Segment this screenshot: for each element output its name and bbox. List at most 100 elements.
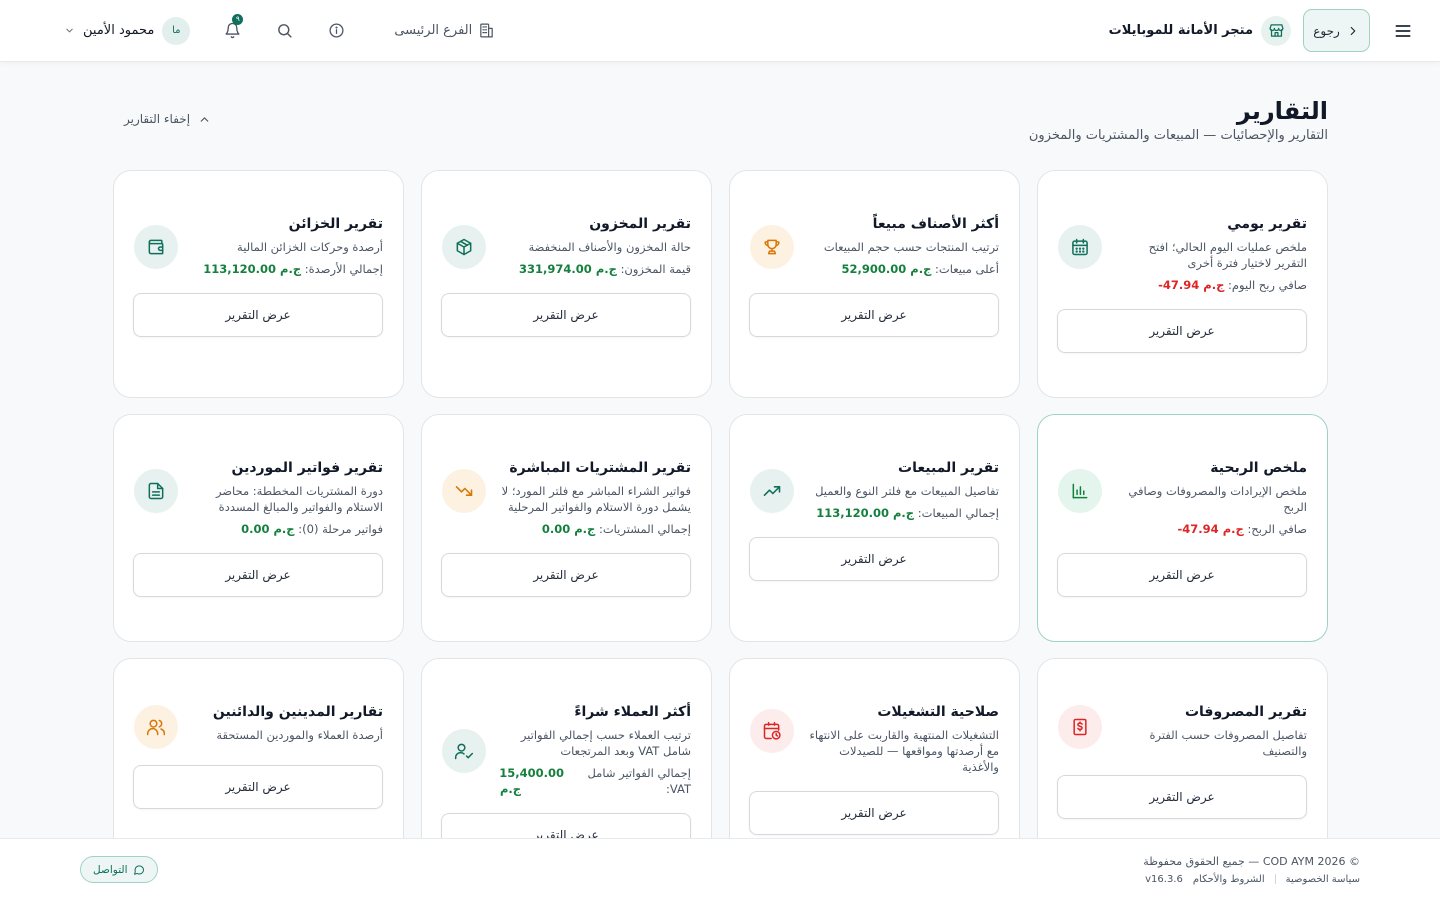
bar-chart-icon	[1058, 469, 1102, 513]
metric-value: ج.م 113,120.00	[203, 262, 302, 276]
card-title: أكثر العملاء شراءً	[574, 704, 691, 720]
card-title: تقارير المدينين والدائنين	[212, 704, 383, 720]
message-circle-icon	[133, 864, 144, 875]
card-metric: فواتير مرحلة (0): ج.م 0.00	[192, 521, 383, 537]
branch-selector[interactable]: الفرع الرئيسى	[394, 22, 495, 39]
notification-badge: ٩	[232, 13, 244, 25]
hide-reports-button[interactable]: إخفاء التقارير	[124, 112, 211, 126]
metric-label: فواتير مرحلة (0):	[298, 522, 383, 536]
chevron-right-icon	[1350, 26, 1356, 35]
top-bar: رجوع متجر الأمانة للموبايلات الفرع الرئي…	[0, 0, 1440, 62]
view-report-button[interactable]: عرض التقرير	[749, 791, 999, 835]
card-title: أكثر الأصناف مبيعاً	[872, 216, 999, 232]
users-icon	[134, 705, 178, 749]
user-check-icon	[442, 729, 486, 773]
footer-info: © COD AYM 2026 — جميع الحقوق محفوظة سياس…	[1143, 855, 1360, 885]
terms-link[interactable]: الشروط والأحكام	[1193, 874, 1265, 885]
report-card-supplier-invoices: تقرير فواتير الموردين دورة المشتريات الم…	[113, 414, 404, 642]
trophy-icon	[750, 225, 794, 269]
menu-icon[interactable]	[1392, 20, 1414, 42]
contact-button[interactable]: التواصل	[80, 856, 158, 883]
card-metric: صافي ربح اليوم: ج.م 47.94-	[1116, 277, 1307, 293]
metric-value: ج.م 331,974.00	[519, 262, 617, 276]
card-title: تقرير المشتريات المباشرة	[509, 460, 691, 476]
card-description: ملخص الإيرادات والمصروفات وصافي الربح	[1128, 484, 1307, 514]
view-report-button[interactable]: عرض التقرير	[133, 765, 383, 809]
metric-label: إجمالي المبيعات:	[917, 506, 999, 520]
view-report-button[interactable]: عرض التقرير	[749, 293, 999, 337]
trending-down-icon	[442, 469, 486, 513]
card-title: ملخص الربحية	[1210, 460, 1307, 476]
trending-up-icon	[750, 469, 794, 513]
footer: © COD AYM 2026 — جميع الحقوق محفوظة سياس…	[0, 838, 1440, 900]
version: v16.3.6	[1145, 873, 1183, 885]
card-description: فواتير الشراء المباشر مع فلتر المورد؛ لا…	[501, 484, 691, 514]
view-report-button[interactable]: عرض التقرير	[133, 293, 383, 337]
chevron-up-icon	[200, 116, 209, 122]
card-title: تقرير المبيعات	[898, 460, 999, 476]
page-heading: التقارير التقارير والإحصائيات — المبيعات…	[1029, 96, 1328, 143]
view-report-button[interactable]: عرض التقرير	[1057, 309, 1307, 353]
back-button-label: رجوع	[1313, 23, 1340, 38]
info-icon[interactable]	[326, 21, 346, 41]
privacy-link[interactable]: سياسة الخصوصية	[1286, 874, 1360, 885]
search-icon[interactable]	[274, 21, 294, 41]
branch-label: الفرع الرئيسى	[394, 23, 473, 38]
metric-label: أعلى مبيعات:	[935, 262, 999, 276]
chevron-down-icon	[66, 28, 73, 33]
card-description: أرصدة العملاء والموردين المستحقة	[216, 728, 383, 742]
report-card-inventory: تقرير المخزون حالة المخزون والأصناف المن…	[421, 170, 712, 398]
card-metric: إجمالي الأرصدة: ج.م 113,120.00	[192, 261, 383, 277]
report-card-daily: تقرير يومي ملخص عمليات اليوم الحالي؛ افت…	[1037, 170, 1328, 398]
card-title: تقرير فواتير الموردين	[231, 460, 384, 476]
header-left-group: الفرع الرئيسى ٩ ما محمود الأمين	[28, 13, 495, 45]
card-description: تفاصيل المبيعات مع فلتر النوع والعميل	[815, 484, 999, 498]
user-menu[interactable]: ما محمود الأمين	[64, 16, 191, 45]
card-metric: إجمالي المشتريات: ج.م 0.00	[500, 521, 691, 537]
metric-value: 15,400.00 ج.م	[499, 766, 564, 796]
card-description: ترتيب العملاء حسب إجمالي الفواتير شامل V…	[520, 728, 691, 758]
view-report-button[interactable]: عرض التقرير	[441, 293, 691, 337]
metric-value: ج.م 52,900.00	[841, 262, 932, 276]
store-icon	[1261, 15, 1291, 46]
view-report-button[interactable]: عرض التقرير	[1057, 775, 1307, 819]
card-metric: أعلى مبيعات: ج.م 52,900.00	[808, 261, 999, 277]
view-report-button[interactable]: عرض التقرير	[1057, 553, 1307, 597]
back-button[interactable]: رجوع	[1303, 9, 1370, 52]
view-report-button[interactable]: عرض التقرير	[749, 537, 999, 581]
card-metric: قيمة المخزون: ج.م 331,974.00	[500, 261, 691, 277]
report-card-profitability: ملخص الربحية ملخص الإيرادات والمصروفات و…	[1037, 414, 1328, 642]
package-icon	[442, 225, 486, 269]
wallet-icon	[134, 225, 178, 269]
metric-value: ج.م 113,120.00	[816, 506, 915, 520]
store-name: متجر الأمانة للموبايلات	[1108, 23, 1253, 38]
avatar: ما	[162, 16, 191, 45]
page-subtitle: التقارير والإحصائيات — المبيعات والمشتري…	[1028, 128, 1328, 143]
card-description: التشغيلات المنتهية والقاربت على الانتهاء…	[809, 728, 1000, 774]
view-report-button[interactable]: عرض التقرير	[441, 553, 691, 597]
building-icon	[480, 23, 494, 38]
receipt-icon	[1058, 705, 1102, 749]
card-title: تقرير الخزائن	[288, 216, 383, 232]
page-title: التقارير	[1236, 97, 1328, 125]
view-report-button[interactable]: عرض التقرير	[133, 553, 383, 597]
contact-label: التواصل	[93, 863, 128, 876]
copyright: © COD AYM 2026 — جميع الحقوق محفوظة	[1143, 854, 1360, 868]
metric-label: صافي الربح:	[1247, 522, 1307, 536]
report-card-top-products: أكثر الأصناف مبيعاً ترتيب المنتجات حسب ح…	[729, 170, 1020, 398]
hide-reports-label: إخفاء التقارير	[124, 112, 191, 126]
card-metric: إجمالي المبيعات: ج.م 113,120.00	[808, 505, 999, 521]
card-description: دورة المشتريات المخططة: محاضر الاستلام و…	[215, 484, 383, 514]
report-card-direct-purchases: تقرير المشتريات المباشرة فواتير الشراء ا…	[421, 414, 712, 642]
footer-links: سياسة الخصوصية الشروط والأحكام v16.3.6	[1143, 874, 1360, 885]
card-description: ملخص عمليات اليوم الحالي؛ افتح التقرير ل…	[1148, 240, 1307, 270]
divider	[1274, 874, 1276, 884]
card-title: صلاحية التشغيلات	[877, 704, 999, 720]
metric-label: إجمالي الفواتير شامل VAT:	[587, 766, 691, 796]
bell-icon[interactable]: ٩	[222, 13, 244, 41]
report-card-treasury: تقرير الخزائن أرصدة وحركات الخزائن المال…	[113, 170, 404, 398]
card-metric: صافي الربح: ج.م 47.94-	[1116, 521, 1307, 537]
report-card-sales: تقرير المبيعات تفاصيل المبيعات مع فلتر ا…	[729, 414, 1020, 642]
file-text-icon	[134, 469, 178, 513]
card-description: تفاصيل المصروفات حسب الفترة والتصنيف	[1149, 728, 1308, 758]
